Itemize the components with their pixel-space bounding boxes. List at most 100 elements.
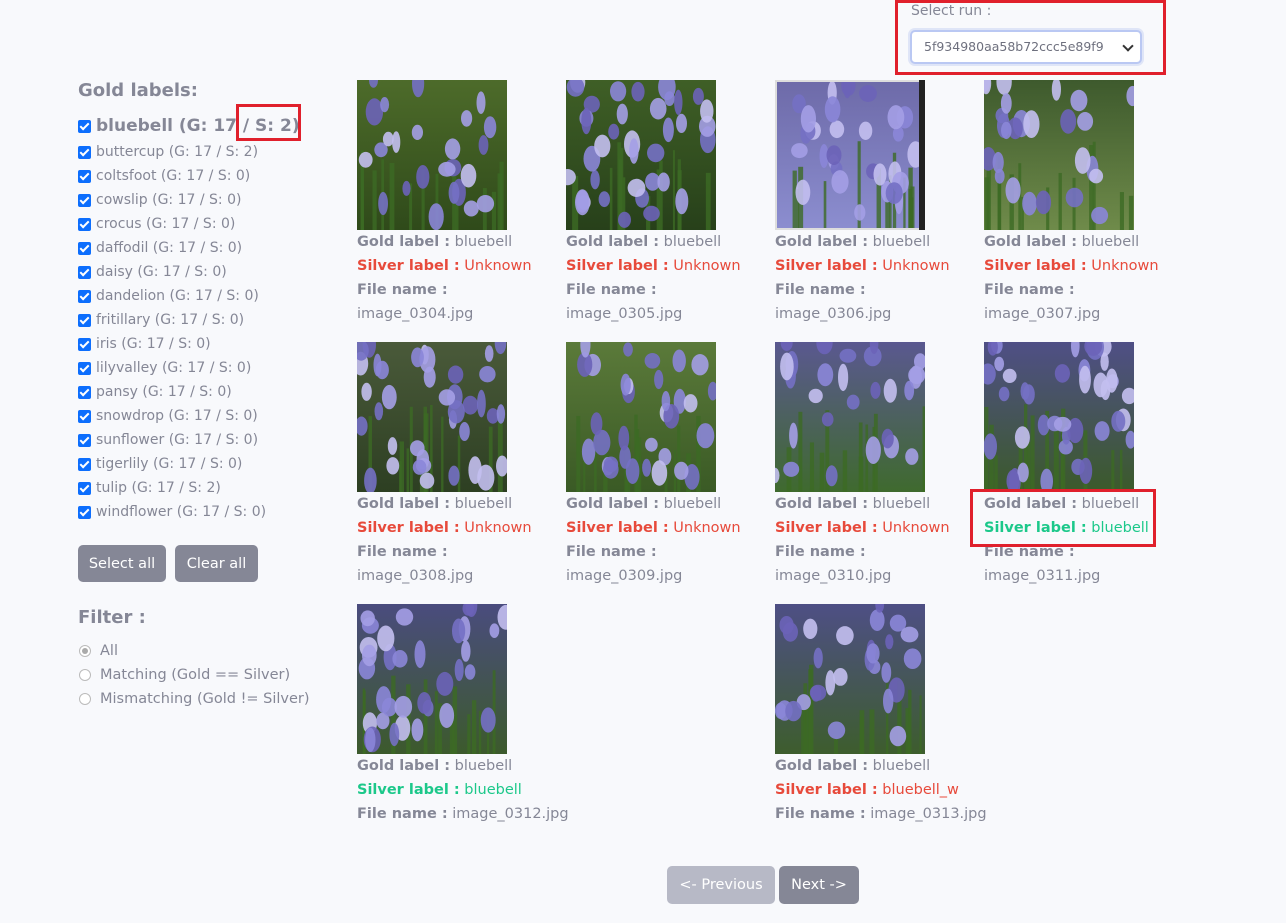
checkbox[interactable] [78,145,91,159]
flower-image[interactable] [357,342,507,492]
silver-label-value: Unknown [464,520,532,536]
checkbox[interactable] [78,241,91,255]
gold-label-checkbox-row[interactable]: snowdrop (G: 17 / S: 0) [78,404,338,428]
checkbox[interactable] [78,385,91,399]
gold-label-value: bluebell [454,496,513,512]
gold-label-checkbox-row[interactable]: cowslip (G: 17 / S: 0) [78,188,338,212]
checkbox[interactable] [78,193,91,207]
silver-label-value: Unknown [1091,258,1159,274]
flower-image[interactable] [357,604,507,754]
file-name-key: File name : [566,540,766,564]
gold-label-text: dandelion (G: 17 / S: 0) [96,288,259,304]
checkbox[interactable] [78,217,91,231]
checkbox[interactable] [78,481,91,495]
silver-label-key: Silver label : [357,782,460,798]
file-name-value: image_0313.jpg [870,806,987,822]
checkbox[interactable] [78,409,91,423]
flower-image[interactable] [775,604,925,754]
silver-label-key: Silver label : [566,258,669,274]
gold-label-checkbox-row[interactable]: daffodil (G: 17 / S: 0) [78,236,338,260]
filter-option[interactable]: All [79,643,118,659]
next-page-button[interactable]: Next -> [779,866,859,904]
checkbox[interactable] [78,265,91,279]
checkbox[interactable] [78,433,91,447]
gold-label-checkbox-row[interactable]: buttercup (G: 17 / S: 2) [78,140,338,164]
gold-label-value: bluebell [454,758,513,774]
gold-label: Gold label : bluebell [357,492,557,516]
gold-label-key: Gold label : [775,758,869,774]
gold-label-checkbox-row[interactable]: tigerlily (G: 17 / S: 0) [78,452,338,476]
silver-label: Silver label : Unknown [775,516,975,540]
filter-option-label: Mismatching (Gold != Silver) [100,691,310,707]
checkbox[interactable] [78,337,91,351]
flower-image[interactable] [984,342,1134,492]
gold-label-checkbox-row[interactable]: windflower (G: 17 / S: 0) [78,500,338,524]
silver-label-value: Unknown [464,258,532,274]
flower-image[interactable] [566,342,716,492]
file-name-value: image_0310.jpg [775,568,892,584]
gold-label-list: bluebell (G: 17 / S: 2) buttercup (G: 17 … [78,112,338,524]
annotation-highlight [236,104,301,141]
gold-label-checkbox-row[interactable]: sunflower (G: 17 / S: 0) [78,428,338,452]
run-select-value: 5f934980aa58b72ccc5e89f9 [924,39,1104,54]
gold-label-value: bluebell [872,496,931,512]
run-select[interactable]: 5f934980aa58b72ccc5e89f9 [910,30,1142,64]
gold-label-checkbox-row[interactable]: daisy (G: 17 / S: 0) [78,260,338,284]
flower-image[interactable] [357,80,507,230]
filter-option[interactable]: Matching (Gold == Silver) [79,667,290,683]
checkbox[interactable] [78,289,91,303]
flower-image[interactable] [984,80,1134,230]
checkbox[interactable] [78,361,91,375]
file-name-key: File name : [357,806,448,822]
gold-label-text: tigerlily (G: 17 / S: 0) [96,456,243,472]
file-name-key-text: File name : [566,544,657,560]
file-name-value: image_0306.jpg [775,306,892,322]
previous-page-button[interactable]: <- Previous [667,866,775,904]
checkbox[interactable] [78,169,91,183]
file-name-key-text: File name : [775,282,866,298]
radio-button[interactable] [79,645,91,657]
flower-image[interactable] [566,80,716,230]
silver-label-value: bluebell [464,782,522,798]
checkbox[interactable] [78,313,91,327]
gold-label: Gold label : bluebell [775,754,975,778]
image-card: Gold label : bluebell Silver label : blue… [984,342,1184,588]
gold-label-key: Gold label : [775,496,869,512]
gold-label-key: Gold label : [357,496,451,512]
gold-label-checkbox-row[interactable]: tulip (G: 17 / S: 2) [78,476,338,500]
checkbox[interactable] [78,457,91,471]
clear-all-button[interactable]: Clear all [175,545,258,582]
file-name-value: image_0309.jpg [566,568,683,584]
gold-label-value: bluebell [872,234,931,250]
image-card: Gold label : bluebell Silver label : blue… [775,604,987,826]
gold-label-checkbox-row[interactable]: pansy (G: 17 / S: 0) [78,380,338,404]
silver-label: Silver label : Unknown [984,254,1184,278]
silver-label-key: Silver label : [357,258,460,274]
gold-label-checkbox-row[interactable]: iris (G: 17 / S: 0) [78,332,338,356]
gold-label-checkbox-row[interactable]: coltsfoot (G: 17 / S: 0) [78,164,338,188]
radio-button[interactable] [79,669,91,681]
file-name-key: File name : [775,278,975,302]
silver-label-value: Unknown [673,258,741,274]
checkbox[interactable] [78,119,91,133]
silver-label-key: Silver label : [775,782,878,798]
silver-label-key: Silver label : [984,258,1087,274]
gold-label-text: lilyvalley (G: 17 / S: 0) [96,360,252,376]
flower-image[interactable] [775,342,925,492]
gold-label-key: Gold label : [775,234,869,250]
gold-label-text: windflower (G: 17 / S: 0) [96,504,267,520]
gold-label-text: crocus (G: 17 / S: 0) [96,216,236,232]
select-all-button[interactable]: Select all [78,545,166,582]
checkbox[interactable] [78,505,91,519]
gold-label-checkbox-row[interactable]: dandelion (G: 17 / S: 0) [78,284,338,308]
gold-label-key: Gold label : [566,234,660,250]
gold-label-checkbox-row[interactable]: lilyvalley (G: 17 / S: 0) [78,356,338,380]
filter-option[interactable]: Mismatching (Gold != Silver) [79,691,310,707]
radio-button[interactable] [79,693,91,705]
silver-label: Silver label : Unknown [357,254,557,278]
image-card: Gold label : bluebell Silver label : Unkn… [775,80,975,326]
gold-label-checkbox-row[interactable]: crocus (G: 17 / S: 0) [78,212,338,236]
flower-image[interactable] [775,80,925,230]
gold-label-checkbox-row[interactable]: fritillary (G: 17 / S: 0) [78,308,338,332]
gold-label-text: daisy (G: 17 / S: 0) [96,264,227,280]
